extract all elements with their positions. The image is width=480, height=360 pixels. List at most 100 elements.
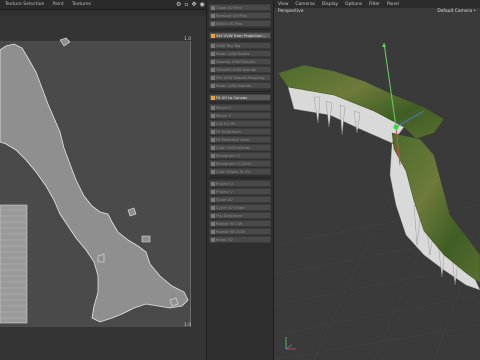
command-label: Cut UV Fill — [216, 121, 236, 126]
checker-icon — [211, 206, 215, 210]
command-label: Relax UV — [216, 237, 234, 242]
command-separator — [209, 29, 271, 30]
viewport-header: Perspective Default Camera • — [274, 8, 480, 15]
command-label: UVW Tag Tag — [216, 43, 241, 48]
command-button[interactable]: Rotate 90 CW — [209, 220, 271, 228]
command-label: Set UVW Islands Mapping — [216, 75, 265, 80]
viewport-menu-filter[interactable]: Filter — [369, 2, 380, 7]
command-button[interactable]: Align Edges To UV — [209, 168, 271, 176]
checker-icon — [211, 138, 215, 142]
command-label: Transfer UVW Islands — [216, 67, 257, 72]
command-separator — [209, 177, 271, 178]
command-button[interactable]: Relax UV — [209, 236, 271, 244]
checker-icon — [211, 52, 215, 56]
command-label: Fit UV to Canvas — [216, 95, 248, 100]
command-button[interactable]: Close UV Pins — [209, 4, 271, 12]
checker-icon — [211, 198, 215, 202]
command-label: Mirror V — [216, 113, 231, 118]
command-button[interactable]: Scale UV — [209, 196, 271, 204]
command-button[interactable]: Straighten V (Grid) — [209, 160, 271, 168]
command-label: Set UVW from Projection... — [216, 33, 267, 38]
checker-icon — [211, 146, 215, 150]
command-button[interactable]: Fit Selection Area — [209, 136, 271, 144]
viewport-menu-panel[interactable]: Panel — [387, 2, 399, 7]
uv-grid-icon — [211, 96, 215, 100]
command-button[interactable]: Project U — [209, 180, 271, 188]
checker-icon — [211, 154, 215, 158]
checker-icon — [211, 122, 215, 126]
checker-icon — [211, 222, 215, 226]
checker-icon — [211, 170, 215, 174]
set-uvw-from-projection-button[interactable]: Set UVW from Projection... — [209, 32, 271, 40]
command-label: Close UV Pins — [216, 5, 242, 10]
uv-island-shape — [0, 37, 189, 324]
checker-icon — [211, 162, 215, 166]
command-button[interactable]: Cycle UV Order — [209, 204, 271, 212]
checker-icon — [211, 214, 215, 218]
command-button[interactable]: Unwrap UVW Islands — [209, 58, 271, 66]
checker-icon — [211, 238, 215, 242]
command-label: Straighten U — [216, 153, 240, 158]
command-label: Flip Sequence — [216, 213, 243, 218]
viewport-menu-cameras[interactable]: Cameras — [295, 2, 315, 7]
command-label: Relax UVW Seeds — [216, 51, 250, 56]
viewport-3d-canvas[interactable] — [274, 15, 480, 360]
command-label: Scale UV — [216, 197, 233, 202]
command-separator — [209, 91, 271, 92]
checker-icon — [211, 14, 215, 18]
checker-icon — [211, 114, 215, 118]
command-label: Rotate 90 CW — [216, 221, 243, 226]
command-label: Fit Neighbors — [216, 129, 241, 134]
checker-icon — [211, 130, 215, 134]
viewport-menu-display[interactable]: Display — [322, 2, 338, 7]
checker-icon — [211, 84, 215, 88]
command-button[interactable]: Relax UVW Seeds — [209, 50, 271, 58]
command-button[interactable]: Flip Sequence — [209, 212, 271, 220]
command-button[interactable]: Align UVW Islands — [209, 144, 271, 152]
checker-icon — [211, 60, 215, 64]
command-button[interactable]: Stitch UV Pins — [209, 20, 271, 28]
command-label: Project V — [216, 189, 233, 194]
command-button[interactable]: Rotate 90 CCW — [209, 228, 271, 236]
command-button[interactable]: UVW Tag Tag — [209, 42, 271, 50]
checker-icon — [211, 68, 215, 72]
viewport-menubar: View Cameras Display Options Filter Pane… — [274, 0, 480, 8]
command-button[interactable]: Set UVW Islands Mapping — [209, 74, 271, 82]
command-button[interactable]: Mirror V — [209, 112, 271, 120]
checker-icon — [211, 22, 215, 26]
viewport-view-name: Perspective — [278, 9, 304, 14]
command-button[interactable]: Relax UVW Islands — [209, 82, 271, 90]
checker-icon — [211, 190, 215, 194]
command-label: Mirror U — [216, 105, 232, 110]
command-label: Rotate 90 CCW — [216, 229, 245, 234]
viewport-camera-name[interactable]: Default Camera • — [437, 9, 476, 14]
checker-icon — [211, 106, 215, 110]
command-button[interactable]: Mirror U — [209, 104, 271, 112]
uv-grid-icon — [211, 34, 215, 38]
checker-icon — [211, 6, 215, 10]
command-button[interactable]: Cut UV Fill — [209, 120, 271, 128]
checker-icon — [211, 230, 215, 234]
command-button[interactable]: Transfer UVW Islands — [209, 66, 271, 74]
viewport-menu-options[interactable]: Options — [345, 2, 362, 7]
command-button[interactable]: Fit Neighbors — [209, 128, 271, 136]
fit-uv-to-canvas-button[interactable]: Fit UV to Canvas — [209, 94, 271, 102]
command-label: Stitch UV Pins — [216, 21, 243, 26]
axis-indicator — [285, 337, 296, 350]
checker-icon — [211, 76, 215, 80]
command-label: Project U — [216, 181, 233, 186]
command-label: Align UVW Islands — [216, 145, 251, 150]
command-button[interactable]: Remove UV Pins — [209, 12, 271, 20]
command-label: Cycle UV Order — [216, 205, 245, 210]
command-label: Straighten V (Grid) — [216, 161, 252, 166]
command-label: Align Edges To UV — [216, 169, 251, 174]
command-label: Fit Selection Area — [216, 137, 250, 142]
command-label: Relax UVW Islands — [216, 83, 252, 88]
command-label: Unwrap UVW Islands — [216, 59, 256, 64]
checker-icon — [211, 182, 215, 186]
command-button[interactable]: Project V — [209, 188, 271, 196]
viewport-menu-view[interactable]: View — [278, 2, 288, 7]
command-label: Remove UV Pins — [216, 13, 247, 18]
checker-icon — [211, 44, 215, 48]
command-button[interactable]: Straighten U — [209, 152, 271, 160]
